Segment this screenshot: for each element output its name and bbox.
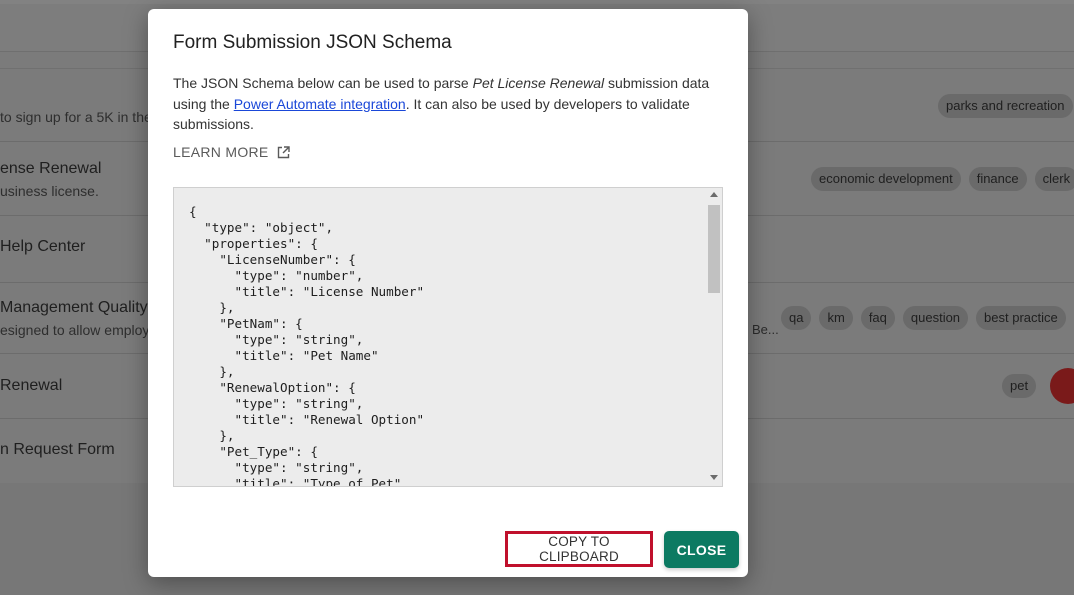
tag-list: qa km faq question best practice st bbox=[781, 306, 1074, 330]
json-schema-dialog: Form Submission JSON Schema The JSON Sch… bbox=[148, 9, 748, 577]
tag-chip[interactable]: pet bbox=[1002, 374, 1037, 398]
tag-chip[interactable]: parks and recreation bbox=[938, 94, 1073, 118]
copy-to-clipboard-button[interactable]: COPY TO CLIPBOARD bbox=[505, 531, 653, 567]
power-automate-link[interactable]: Power Automate integration bbox=[234, 96, 406, 112]
tag-chip[interactable]: faq bbox=[860, 306, 895, 330]
code-scrollbar[interactable] bbox=[706, 188, 722, 486]
tag-chip[interactable]: km bbox=[819, 306, 853, 330]
learn-more-link[interactable]: LEARN MORE bbox=[173, 144, 290, 160]
list-item-title: n Request Form bbox=[0, 441, 115, 458]
learn-more-label: LEARN MORE bbox=[173, 144, 269, 160]
tag-list: parks and recreation bbox=[938, 94, 1073, 118]
tag-chip[interactable]: qa bbox=[781, 306, 812, 330]
description-text: The JSON Schema below can be used to par… bbox=[173, 75, 473, 91]
dialog-title: Form Submission JSON Schema bbox=[173, 32, 452, 53]
list-item-subtitle: to sign up for a 5K in the bbox=[0, 109, 152, 125]
list-item-title: Help Center bbox=[0, 238, 86, 255]
tag-list: economic development finance clerk bbox=[811, 167, 1074, 191]
schema-code-box[interactable]: { "type": "object", "properties": { "Lic… bbox=[173, 187, 723, 487]
dialog-description: The JSON Schema below can be used to par… bbox=[173, 73, 713, 135]
external-link-icon bbox=[277, 145, 290, 158]
tag-chip[interactable]: question bbox=[902, 306, 969, 330]
scroll-thumb[interactable] bbox=[708, 205, 720, 293]
list-item-title: Renewal bbox=[0, 377, 63, 394]
tag-chip[interactable]: clerk bbox=[1034, 167, 1074, 191]
description-overflow: Be... bbox=[752, 322, 779, 337]
schema-code[interactable]: { "type": "object", "properties": { "Lic… bbox=[189, 204, 424, 486]
tag-chip[interactable]: finance bbox=[968, 167, 1027, 191]
list-item-subtitle: usiness license. bbox=[0, 183, 99, 199]
scroll-up-arrow-icon[interactable] bbox=[710, 192, 718, 197]
form-name: Pet License Renewal bbox=[472, 75, 605, 91]
tag-chip[interactable]: best practice bbox=[976, 306, 1066, 330]
list-item-title: Management Quality A bbox=[0, 299, 162, 316]
scroll-down-arrow-icon[interactable] bbox=[710, 475, 718, 480]
list-item-subtitle: esigned to allow employ bbox=[0, 322, 150, 338]
tag-chip[interactable]: economic development bbox=[811, 167, 961, 191]
list-item-title: ense Renewal bbox=[0, 160, 102, 177]
tag-list: pet bbox=[1002, 374, 1037, 398]
top-strip bbox=[0, 0, 1074, 4]
close-button[interactable]: CLOSE bbox=[664, 531, 739, 568]
